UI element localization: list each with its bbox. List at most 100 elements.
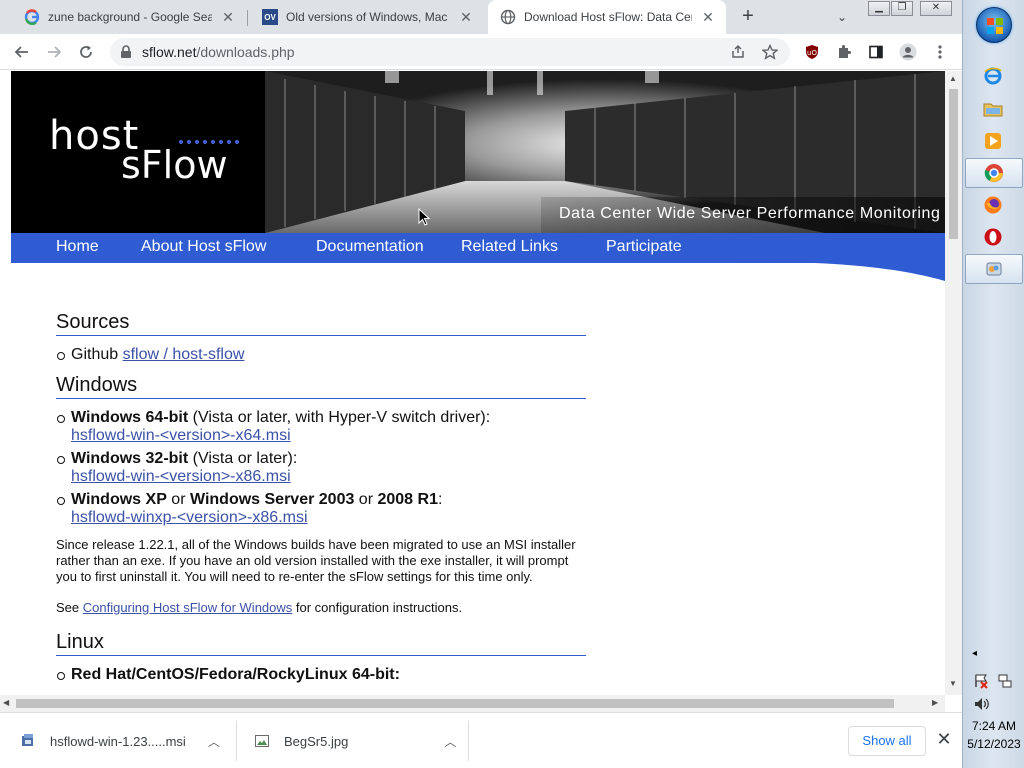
share-icon[interactable] <box>726 40 750 64</box>
nav-related-links[interactable]: Related Links <box>461 238 558 256</box>
close-window-icon[interactable]: ✕ <box>920 1 952 16</box>
item-description: (Vista or later, with Hyper-V switch dri… <box>188 409 491 426</box>
download-winxp-link[interactable]: hsflowd-winxp-<version>-x86.msi <box>71 509 308 526</box>
image-file-icon <box>255 735 269 747</box>
menu-kebab-icon[interactable] <box>928 40 952 64</box>
nav-curve-decoration <box>11 261 945 281</box>
windows-list: Windows 64-bit (Vista or later, with Hyp… <box>56 409 586 527</box>
download-filename: hsflowd-win-1.23.....msi <box>50 733 186 749</box>
start-button[interactable] <box>976 7 1012 43</box>
back-arrow-icon[interactable] <box>10 40 34 64</box>
ov-icon: OV <box>262 9 278 25</box>
network-icon[interactable] <box>997 673 1013 689</box>
tab-old-versions[interactable]: OV Old versions of Windows, Mac and ✕ <box>250 0 484 34</box>
vertical-scrollbar[interactable]: ▲ ▼ <box>945 71 962 695</box>
list-item: Red Hat/CentOS/Fedora/RockyLinux 64-bit: <box>56 666 586 684</box>
internet-explorer-icon <box>984 67 1002 85</box>
taskbar-app[interactable] <box>965 254 1023 284</box>
action-center-flag-icon[interactable] <box>973 673 989 689</box>
download-item-msi[interactable]: hsflowd-win-1.23.....msi ︿ <box>20 713 220 768</box>
download-separator <box>468 721 469 761</box>
profile-avatar-icon[interactable] <box>896 40 920 64</box>
globe-icon <box>500 9 516 25</box>
nav-about[interactable]: About Host sFlow <box>141 238 266 256</box>
taskbar-ie[interactable] <box>963 61 1023 91</box>
msi-migration-note: Since release 1.22.1, all of the Windows… <box>56 537 576 584</box>
taskbar-explorer[interactable] <box>963 94 1023 124</box>
tab-title: Old versions of Windows, Mac and <box>286 10 450 24</box>
github-link[interactable]: sflow / host-sflow <box>123 346 245 363</box>
chevron-up-icon[interactable]: ︿ <box>444 733 456 750</box>
horizontal-scrollbar[interactable]: ◀ ▶ <box>0 695 945 712</box>
vertical-scroll-thumb[interactable] <box>949 89 958 239</box>
svg-text:uO: uO <box>807 49 817 57</box>
msi-file-icon <box>22 734 33 746</box>
tab-host-sflow[interactable]: Download Host sFlow: Data Center ✕ <box>488 0 726 34</box>
forward-arrow-icon[interactable] <box>42 40 66 64</box>
nav-participate[interactable]: Participate <box>606 238 682 256</box>
scroll-down-icon[interactable]: ▼ <box>949 679 957 688</box>
site-logo[interactable]: host sFlow <box>11 71 265 233</box>
windows-server-2003-label: Windows Server 2003 <box>189 491 355 508</box>
site-banner: host sFlow Data Center Wide Server Perfo… <box>11 71 945 233</box>
tab-title: Download Host sFlow: Data Center <box>524 10 692 24</box>
ublock-icon[interactable]: uO <box>800 40 824 64</box>
item-conjunction: or <box>166 491 190 508</box>
show-all-button[interactable]: Show all <box>848 726 926 756</box>
folder-icon <box>983 103 1003 117</box>
tab-search-chevron-icon[interactable]: ⌄ <box>832 7 852 27</box>
url-text: sflow.net/downloads.php <box>142 44 295 60</box>
firefox-icon <box>984 196 1002 214</box>
close-icon[interactable]: ✕ <box>934 729 954 751</box>
close-tab-icon[interactable]: ✕ <box>220 9 236 25</box>
scroll-right-icon[interactable]: ▶ <box>932 698 938 707</box>
extensions-puzzle-icon[interactable] <box>832 40 856 64</box>
chevron-up-icon[interactable]: ︿ <box>208 733 220 750</box>
windows-32-label: Windows 32-bit <box>71 450 189 467</box>
taskbar-opera[interactable] <box>963 222 1023 252</box>
list-item: Windows 64-bit (Vista or later, with Hyp… <box>56 409 586 445</box>
nav-home[interactable]: Home <box>56 238 99 256</box>
scroll-up-icon[interactable]: ▲ <box>949 74 957 83</box>
taskbar-chrome[interactable] <box>965 158 1023 188</box>
google-icon <box>24 9 40 25</box>
download-win32-link[interactable]: hsflowd-win-<version>-x86.msi <box>71 468 291 485</box>
reload-icon[interactable] <box>74 40 98 64</box>
download-item-jpg[interactable]: BegSr5.jpg ︿ <box>254 713 456 768</box>
logo-sflow-text: sFlow <box>121 143 228 187</box>
app-window-icon <box>986 262 1002 276</box>
close-tab-icon[interactable]: ✕ <box>458 9 474 25</box>
taskbar-media-player[interactable] <box>963 126 1023 156</box>
minimize-icon[interactable]: ▁ <box>868 1 890 16</box>
main-nav: Home About Host sFlow Documentation Rela… <box>11 233 945 263</box>
bookmark-star-icon[interactable] <box>758 40 782 64</box>
download-separator <box>236 721 237 761</box>
restore-icon[interactable]: ❐ <box>891 1 913 16</box>
clock-time[interactable]: 7:24 AM <box>963 719 1024 733</box>
item-description: : <box>437 491 443 508</box>
see-prefix: See <box>56 600 83 615</box>
horizontal-scroll-thumb[interactable] <box>16 699 894 708</box>
address-bar[interactable]: sflow.net/downloads.php <box>110 38 790 66</box>
nav-documentation[interactable]: Documentation <box>316 238 424 256</box>
configuring-windows-link[interactable]: Configuring Host sFlow for Windows <box>83 600 293 615</box>
browser-window: zune background - Google Search ✕ OV Old… <box>0 0 962 768</box>
media-player-icon <box>985 133 1001 149</box>
side-panel-icon[interactable] <box>864 40 888 64</box>
url-path: /downloads.php <box>196 44 295 60</box>
chrome-icon <box>984 164 1003 182</box>
taskbar-firefox[interactable] <box>963 190 1023 220</box>
download-win64-link[interactable]: hsflowd-win-<version>-x64.msi <box>71 427 291 444</box>
new-tab-button[interactable]: + <box>736 5 760 29</box>
clock-date[interactable]: 5/12/2023 <box>963 737 1024 751</box>
tab-google-search[interactable]: zune background - Google Search ✕ <box>12 0 246 34</box>
downloads-content: Sources Github sflow / host-sflow Window… <box>56 311 586 694</box>
windows-logo-icon <box>987 18 1003 34</box>
close-tab-icon[interactable]: ✕ <box>700 9 716 25</box>
sources-list: Github sflow / host-sflow <box>56 346 586 364</box>
volume-icon[interactable] <box>973 696 991 712</box>
lock-icon[interactable] <box>120 45 132 64</box>
windows-taskbar: ◂ 7:24 AM 5/12/2023 <box>962 0 1024 768</box>
scroll-left-icon[interactable]: ◀ <box>3 698 9 707</box>
tray-expand-icon[interactable]: ◂ <box>972 648 977 659</box>
